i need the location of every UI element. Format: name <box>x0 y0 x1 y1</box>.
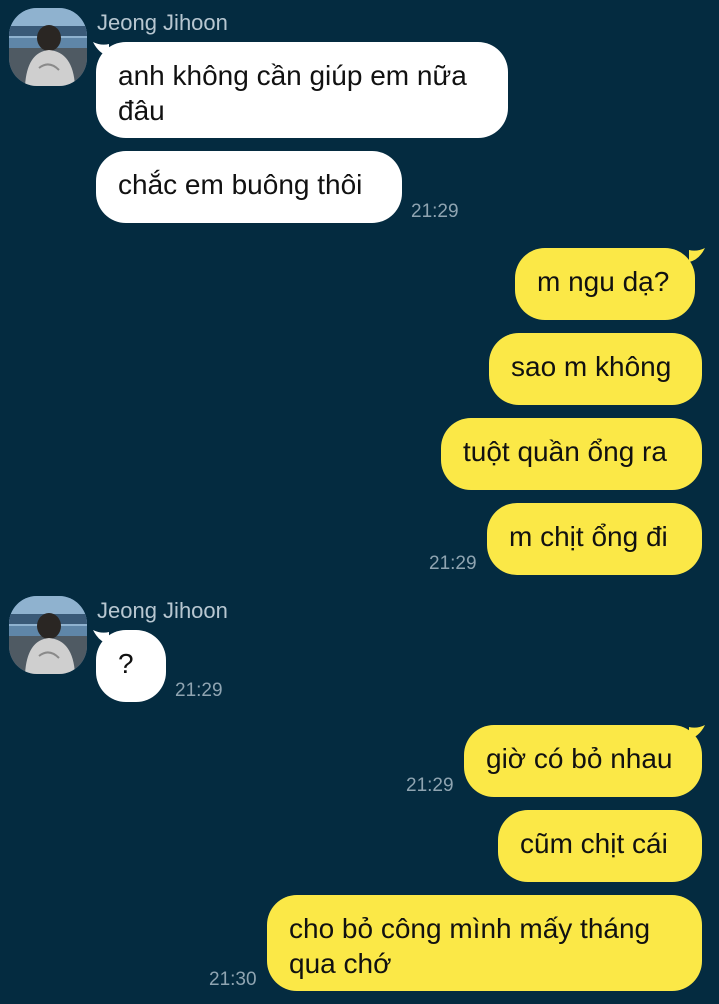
outgoing-message[interactable]: cũm chịt cái <box>498 810 702 882</box>
sender-name: Jeong Jihoon <box>97 598 228 623</box>
outgoing-message[interactable]: cho bỏ công mình mấy tháng qua chớ <box>267 895 702 991</box>
incoming-message[interactable]: anh không cần giúp em nữa đâu <box>96 42 508 138</box>
incoming-message[interactable]: ? <box>96 630 166 702</box>
outgoing-message[interactable]: tuột quần ổng ra <box>441 418 702 490</box>
timestamp: 21:30 <box>209 969 257 990</box>
outgoing-message[interactable]: m ngu dạ? <box>515 248 695 320</box>
timestamp: 21:29 <box>406 775 454 796</box>
outgoing-message[interactable]: m chịt ổng đi <box>487 503 702 575</box>
avatar-photo-icon <box>9 8 87 86</box>
bubble-tail <box>689 248 705 262</box>
avatar[interactable] <box>9 596 87 674</box>
avatar-photo-icon <box>9 596 87 674</box>
outgoing-message[interactable]: giờ có bỏ nhau <box>464 725 702 797</box>
timestamp: 21:29 <box>175 680 223 701</box>
incoming-message[interactable]: chắc em buông thôi <box>96 151 402 223</box>
timestamp: 21:29 <box>429 553 477 574</box>
timestamp: 21:29 <box>411 201 459 222</box>
outgoing-message[interactable]: sao m không <box>489 333 702 405</box>
sender-name: Jeong Jihoon <box>97 10 228 35</box>
chat-area: Jeong Jihoon anh không cần giúp em nữa đ… <box>0 0 719 1004</box>
avatar[interactable] <box>9 8 87 86</box>
